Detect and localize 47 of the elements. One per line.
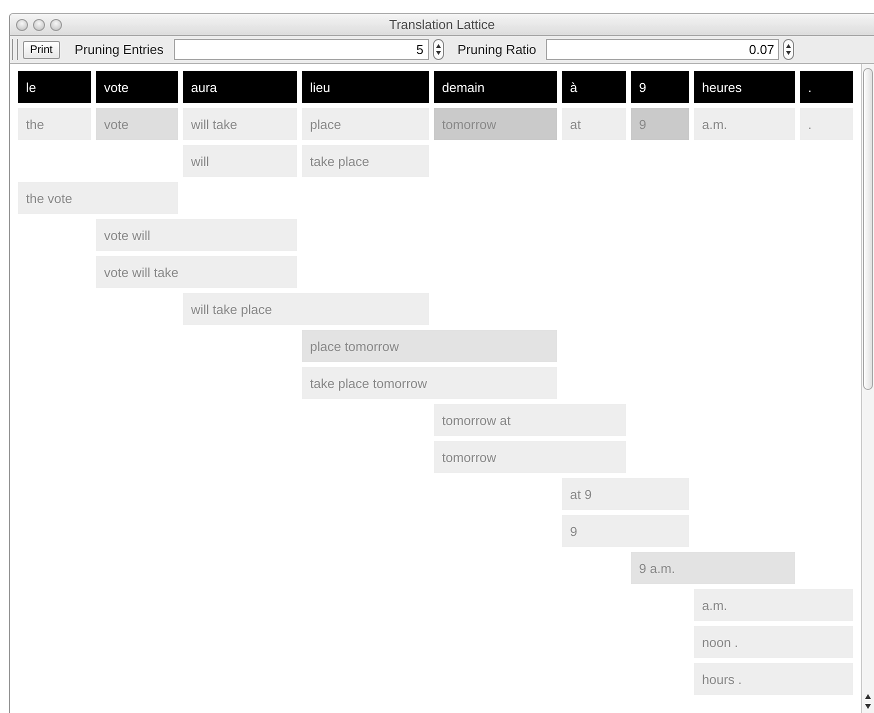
lattice-cell: a.m. [694, 589, 853, 621]
lattice-cell: the [18, 108, 91, 140]
field-label: Pruning Ratio [458, 42, 536, 57]
lattice-cell: at 9 [562, 478, 689, 510]
source-word: . [800, 71, 853, 103]
lattice-cell: tomorrow [434, 441, 626, 473]
lattice-cell: . [800, 108, 853, 140]
lattice-cell: vote will [96, 219, 297, 251]
lattice-cell: will take place [183, 293, 429, 325]
lattice-cell: at [562, 108, 626, 140]
spinner-icon[interactable] [783, 39, 794, 60]
lattice-cell: the vote [18, 182, 178, 214]
spinner-icon[interactable] [432, 39, 444, 60]
minimize-button[interactable] [33, 18, 45, 30]
lattice-cell: a.m. [694, 108, 795, 140]
lattice-cell: take place [302, 145, 429, 177]
lattice-cell: hours . [694, 663, 853, 695]
lattice-cell: take place tomorrow [302, 367, 557, 399]
lattice-cell: place [302, 108, 429, 140]
lattice-cell: will [183, 145, 297, 177]
lattice-cell: noon . [694, 626, 853, 658]
source-word: demain [434, 71, 557, 103]
source-word: vote [96, 71, 178, 103]
source-word: le [18, 71, 91, 103]
lattice-cell: vote [96, 108, 178, 140]
number-field[interactable]: 0.07 [546, 39, 780, 60]
source-word: aura [183, 71, 297, 103]
close-button[interactable] [16, 18, 28, 30]
lattice-cell: 9 [631, 108, 689, 140]
source-word: heures [694, 71, 795, 103]
zoom-button[interactable] [50, 18, 62, 30]
print-button[interactable]: Print [23, 40, 60, 58]
source-word: 9 [631, 71, 689, 103]
window-title: Translation Lattice [389, 17, 495, 32]
lattice-cell: tomorrow at [434, 404, 626, 436]
source-word: lieu [302, 71, 429, 103]
lattice-cell: tomorrow [434, 108, 557, 140]
number-field[interactable]: 5 [174, 39, 429, 60]
lattice-cell: 9 [562, 515, 689, 547]
lattice-cell: will take [183, 108, 297, 140]
scrollbar-thumb[interactable] [863, 68, 873, 390]
lattice-cell: place tomorrow [302, 330, 557, 362]
lattice-cell: 9 a.m. [631, 552, 795, 584]
scrollbar[interactable] [861, 64, 874, 713]
lattice-cell: vote will take [96, 256, 297, 288]
field-label: Pruning Entries [74, 42, 164, 57]
source-word: à [562, 71, 626, 103]
